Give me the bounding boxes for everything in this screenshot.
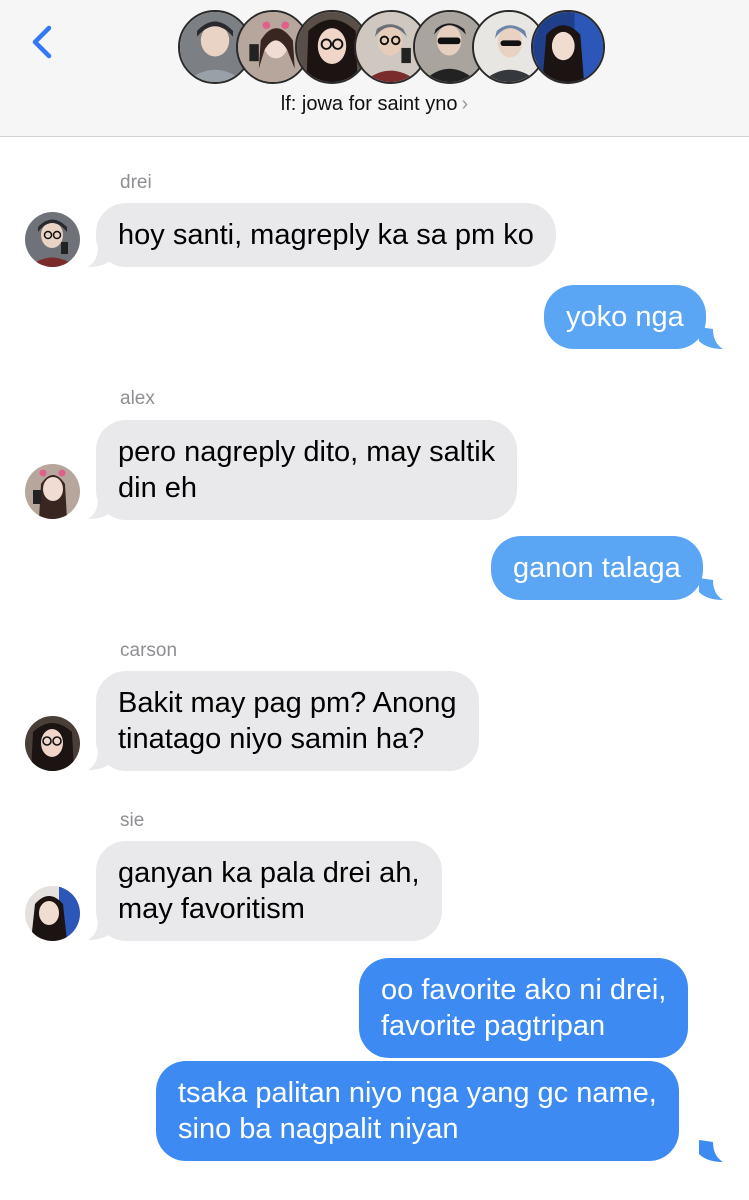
message-bubble-outgoing[interactable]: tsaka palitan niyo nga yang gc name, sin… — [156, 1061, 679, 1161]
sender-name: alex — [120, 388, 155, 409]
bubble-tail — [699, 1140, 723, 1162]
bubble-tail — [699, 578, 723, 600]
member-avatar-sie[interactable] — [531, 10, 605, 84]
conversation-header: lf: jowa for saint yno › — [0, 0, 749, 137]
group-name: lf: jowa for saint yno — [280, 93, 458, 115]
message-text: ganon talaga — [513, 552, 681, 584]
bubble-tail — [699, 327, 723, 349]
message-text-line: favorite pagtripan — [381, 1010, 606, 1042]
message-bubble-outgoing[interactable]: oo favorite ako ni drei, favorite pagtri… — [359, 958, 689, 1058]
message-text-line: ganyan ka pala drei ah, — [118, 857, 420, 889]
group-avatars[interactable] — [178, 10, 605, 86]
avatar-carson[interactable] — [25, 716, 80, 771]
message-bubble-incoming[interactable]: ganyan ka pala drei ah, may favoritism — [96, 841, 442, 941]
message-bubble-incoming[interactable]: Bakit may pag pm? Anong tinatago niyo sa… — [96, 671, 479, 771]
sender-name: carson — [120, 640, 178, 661]
message-text-line: din eh — [118, 472, 198, 504]
bubble-tail — [88, 497, 112, 519]
bubble-tail — [88, 918, 112, 940]
message-text-line: sino ba nagpalit niyan — [178, 1113, 459, 1145]
message-text-line: may favoritism — [118, 893, 305, 925]
sender-name: drei — [120, 172, 152, 193]
avatar-drei[interactable] — [25, 212, 80, 267]
sender-name: sie — [120, 810, 145, 831]
avatar-sie[interactable] — [25, 886, 80, 941]
chevron-left-icon — [32, 25, 52, 59]
bubble-tail — [88, 245, 112, 267]
bubble-tail — [88, 748, 112, 770]
message-text-line: pero nagreply dito, may saltik — [118, 436, 496, 468]
message-text-line: Bakit may pag pm? Anong — [118, 687, 457, 719]
avatar-alex[interactable] — [25, 464, 80, 519]
group-name-button[interactable]: lf: jowa for saint yno › — [0, 93, 749, 116]
message-text-line: oo favorite ako ni drei, — [381, 974, 667, 1006]
message-text: yoko nga — [566, 301, 684, 333]
message-bubble-outgoing[interactable]: yoko nga — [544, 285, 706, 349]
message-bubble-outgoing[interactable]: ganon talaga — [491, 536, 703, 600]
message-bubble-incoming[interactable]: pero nagreply dito, may saltik din eh — [96, 420, 518, 520]
back-button[interactable] — [22, 20, 62, 64]
message-bubble-incoming[interactable]: hoy santi, magreply ka sa pm ko — [96, 203, 556, 267]
message-text-line: tsaka palitan niyo nga yang gc name, — [178, 1077, 657, 1109]
message-text-line: tinatago niyo samin ha? — [118, 723, 425, 755]
chevron-right-icon: › — [461, 93, 469, 115]
message-text: hoy santi, magreply ka sa pm ko — [118, 219, 534, 251]
